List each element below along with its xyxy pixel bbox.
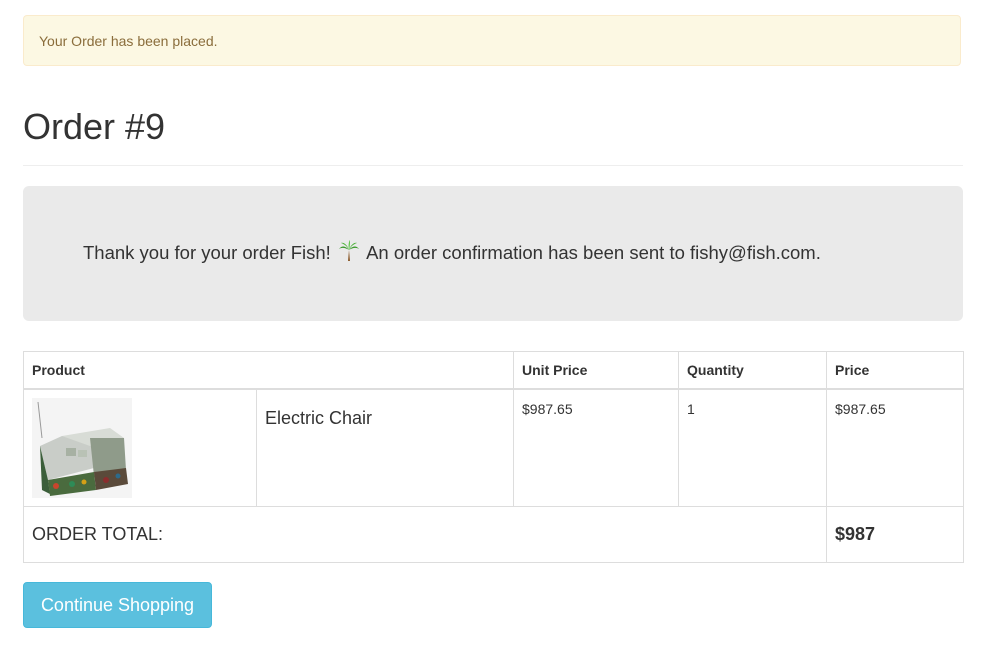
quantity-cell: 1	[678, 388, 828, 507]
order-placed-alert: Your Order has been placed.	[23, 15, 961, 66]
product-name[interactable]: Electric Chair	[265, 408, 505, 429]
header-unit-price: Unit Price	[513, 351, 680, 390]
header-price: Price	[826, 351, 965, 390]
page-title: Order #9	[23, 106, 166, 147]
order-items-table: Product Unit Price Quantity Price Electr…	[22, 351, 965, 563]
table-row: Electric Chair $987.65 1 $987.65	[23, 388, 965, 507]
product-name-cell: Electric Chair	[255, 388, 515, 507]
confirmation-panel: Thank you for your order Fish! An order …	[23, 186, 963, 321]
alert-message: Your Order has been placed.	[39, 33, 218, 49]
confirmation-message: Thank you for your order Fish! An order …	[83, 240, 821, 267]
confirmation-text-end: An order confirmation has been sent to f…	[361, 242, 821, 263]
confirmation-text-start: Thank you for your order Fish!	[83, 242, 336, 263]
order-total-label: ORDER TOTAL:	[22, 506, 828, 563]
title-divider	[23, 165, 963, 166]
header-quantity: Quantity	[678, 351, 828, 390]
palm-tree-icon	[338, 240, 360, 267]
order-confirmation-page: Your Order has been placed. Order #9 Tha…	[0, 0, 987, 649]
continue-shopping-button[interactable]: Continue Shopping	[23, 582, 212, 628]
product-image-cell	[23, 388, 257, 507]
table-header-row: Product Unit Price Quantity Price	[22, 351, 965, 390]
unit-price-cell: $987.65	[513, 388, 680, 507]
electric-chair-image[interactable]	[32, 398, 132, 498]
order-total-row: ORDER TOTAL: $987	[22, 506, 965, 563]
price-cell: $987.65	[826, 388, 965, 507]
order-total-value: $987	[826, 506, 965, 563]
header-product: Product	[22, 351, 515, 390]
